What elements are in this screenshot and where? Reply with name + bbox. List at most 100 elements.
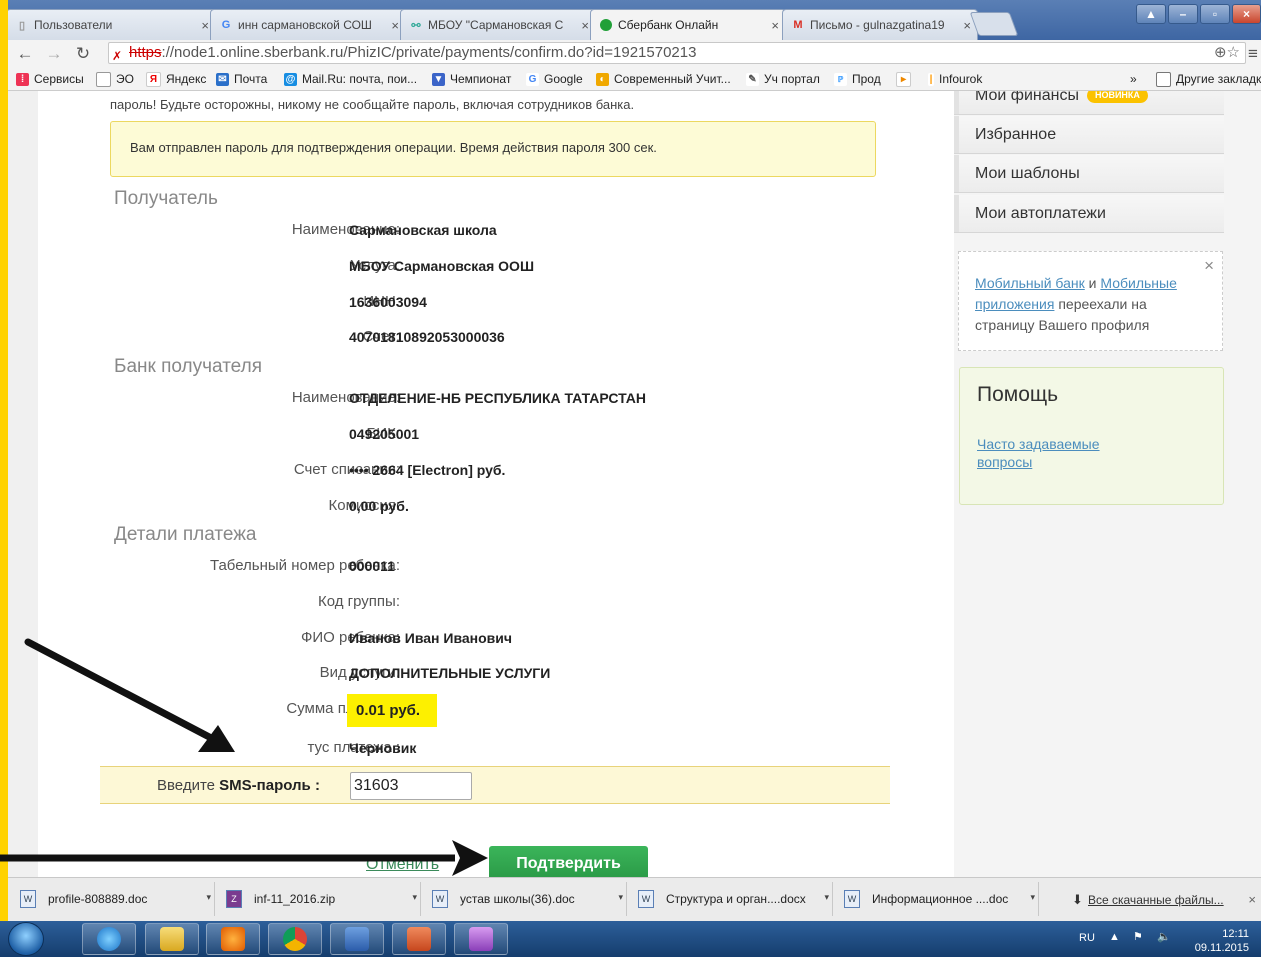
infourok-icon: |: [928, 72, 934, 86]
bookmark-championat[interactable]: ▼ Чемпионат: [432, 70, 511, 88]
onenote-icon[interactable]: [454, 923, 508, 955]
cancel-link[interactable]: Отменить: [366, 856, 439, 874]
bank-name-row: Наименование: ОТДЕЛЕНИЕ-НБ РЕСПУБЛИКА ТАТ…: [291, 389, 647, 406]
chevron-down-icon[interactable]: ▾: [1030, 892, 1035, 903]
confirm-button[interactable]: Подтвердить: [489, 846, 648, 877]
sidebar-item-autopayments[interactable]: Мои автоплатежи: [954, 195, 1224, 233]
language-indicator[interactable]: RU: [1079, 932, 1095, 944]
apps-icon: ⁞: [16, 72, 29, 86]
clock[interactable]: 12:11 09.11.2015: [1195, 927, 1249, 955]
debit-account-row: Счет списания: •••• 2664 [Electron] руб.: [293, 461, 506, 478]
url-text: https://node1.online.sberbank.ru/PhizIC/…: [129, 44, 697, 61]
bookmark-play[interactable]: ▸: [896, 70, 916, 88]
section-details: Детали платежа: [114, 524, 257, 545]
bookmark-infourok[interactable]: | Infourok: [928, 70, 982, 88]
powerpoint-icon[interactable]: [392, 923, 446, 955]
bookmarks-bar: ⁞ Сервисы ЭО Я Яндекс ✉ Почта @ Mail.Ru: поч…: [8, 68, 1261, 91]
mailru-icon: @: [284, 72, 297, 86]
download-item[interactable]: W Информационное ....doc ▾: [832, 882, 1039, 916]
close-icon[interactable]: ×: [581, 18, 589, 33]
faq-link[interactable]: Часто задаваемые вопросы: [977, 435, 1137, 471]
all-downloads-link[interactable]: Все скачанные файлы...: [1088, 893, 1224, 907]
forward-icon[interactable]: →: [43, 43, 65, 65]
bookmark-google[interactable]: G Google: [526, 70, 583, 88]
word-icon[interactable]: [330, 923, 384, 955]
google-icon: G: [526, 72, 539, 86]
tab-sberbank[interactable]: Сбербанк Онлайн ×: [590, 9, 786, 40]
volume-icon[interactable]: 🔈: [1157, 930, 1171, 943]
media-player-icon[interactable]: [206, 923, 260, 955]
mobile-bank-link[interactable]: Мобильный банк: [975, 275, 1085, 291]
help-box: Помощь Часто задаваемые вопросы: [959, 367, 1224, 505]
bookmarks-more[interactable]: »: [1130, 70, 1137, 88]
download-item[interactable]: Zinf-11_2016.zip ▾: [214, 882, 421, 916]
sms-password-bar: Введите SMS-пароль :: [100, 766, 890, 804]
folder-icon: [1156, 71, 1171, 87]
network-icon[interactable]: ⚑: [1133, 930, 1143, 943]
close-icon[interactable]: ×: [771, 18, 779, 33]
bookmark-eo[interactable]: ЭО: [96, 70, 134, 88]
bookmark-mailru[interactable]: @ Mail.Ru: почта, пои...: [284, 70, 417, 88]
system-tray: RU ▲ ⚑ 🔈 12:11 09.11.2015: [1071, 921, 1261, 957]
page-icon: ▯: [18, 19, 26, 32]
section-bank: Банк получателя: [114, 356, 262, 377]
recipient-inn-row: ИНН: 1636003094: [349, 293, 427, 310]
bookmark-uch-portal[interactable]: ✎ Уч портал: [746, 70, 820, 88]
bookmark-prod[interactable]: ℙ Прод: [834, 70, 881, 88]
tab-gmail[interactable]: M Письмо - gulnazgatina19 ×: [782, 9, 978, 40]
close-icon[interactable]: ×: [391, 18, 399, 33]
recipient-name-row: Наименование: Сармановская школа: [291, 221, 497, 238]
zip-icon: Z: [226, 890, 242, 908]
sidebar-item-finances[interactable]: Мои финансы НОВИНКА: [954, 91, 1224, 115]
back-icon[interactable]: ←: [14, 43, 36, 65]
chevron-down-icon[interactable]: ▾: [618, 892, 623, 903]
amount-row: Сумма платежа:: [286, 700, 400, 717]
password-warning: пароль! Будьте осторожны, никому не сооб…: [110, 97, 635, 112]
chevron-down-icon[interactable]: ▾: [824, 892, 829, 903]
close-icon[interactable]: ×: [963, 18, 971, 33]
page: пароль! Будьте осторожны, никому не сооб…: [8, 91, 1261, 877]
tab-users[interactable]: ▯ Пользователи ×: [8, 9, 216, 40]
word-doc-icon: W: [638, 890, 654, 908]
download-item[interactable]: W Структура и орган....docx ▾: [626, 882, 833, 916]
service-type-row: Вид услуги: ДОПОЛНИТЕЛЬНЫЕ УСЛУГИ: [319, 664, 551, 681]
tray-arrow-icon[interactable]: ▲: [1109, 931, 1120, 943]
bookmark-apps[interactable]: ⁞ Сервисы: [16, 70, 84, 88]
left-gutter: [8, 91, 38, 877]
bookmark-teacher[interactable]: ◐ Современный Учит...: [596, 70, 731, 88]
sms-password-input[interactable]: [350, 772, 472, 800]
bookmark-mail[interactable]: ✉ Почта: [216, 70, 267, 88]
prod-icon: ℙ: [834, 72, 847, 86]
sidebar-item-favorites[interactable]: Избранное: [954, 116, 1224, 154]
tab-mbou[interactable]: ⚯ МБОУ "Сармановская С ×: [400, 9, 596, 40]
close-icon[interactable]: ×: [201, 18, 209, 33]
sidebar: Мои финансы НОВИНКА Избранное Мои шаблоны…: [954, 91, 1261, 877]
download-item[interactable]: Wprofile-808889.doc ▾: [8, 882, 215, 916]
user-icon[interactable]: ▲: [1136, 4, 1166, 24]
bookmark-yandex[interactable]: Я Яндекс: [146, 70, 206, 88]
address-bar[interactable]: ✗ https://node1.online.sberbank.ru/PhizI…: [108, 42, 1246, 64]
explorer-icon[interactable]: [145, 923, 199, 955]
chrome-icon[interactable]: [268, 923, 322, 955]
maximize-button[interactable]: ▫: [1200, 4, 1230, 24]
other-bookmarks[interactable]: Другие закладк: [1156, 70, 1261, 88]
ie-icon[interactable]: [82, 923, 136, 955]
start-button[interactable]: [8, 922, 44, 956]
close-icon[interactable]: ×: [1248, 892, 1256, 907]
bank-bik-row: БИК: 049205001: [349, 425, 420, 442]
child-number-row: Табельный номер ребенка: 000011: [209, 557, 400, 574]
new-tab-button[interactable]: [969, 12, 1019, 36]
minimize-button[interactable]: –: [1168, 4, 1198, 24]
menu-icon[interactable]: ≡: [1246, 43, 1260, 65]
close-icon[interactable]: ×: [1204, 255, 1214, 276]
download-item[interactable]: Wустав школы(36).doc ▾: [420, 882, 627, 916]
reload-icon[interactable]: ↻: [72, 43, 94, 65]
close-window-button[interactable]: ×: [1232, 4, 1261, 24]
chevron-down-icon[interactable]: ▾: [206, 892, 211, 903]
chevron-down-icon[interactable]: ▾: [412, 892, 417, 903]
zoom-star-icons[interactable]: ⊕☆: [1214, 43, 1240, 63]
tab-strip: ▯ Пользователи × G инн сармановской СОШ …: [8, 0, 1261, 40]
sidebar-item-templates[interactable]: Мои шаблоны: [954, 155, 1224, 193]
tab-google-search[interactable]: G инн сармановской СОШ ×: [210, 9, 406, 40]
yandex-icon: Я: [146, 71, 161, 87]
